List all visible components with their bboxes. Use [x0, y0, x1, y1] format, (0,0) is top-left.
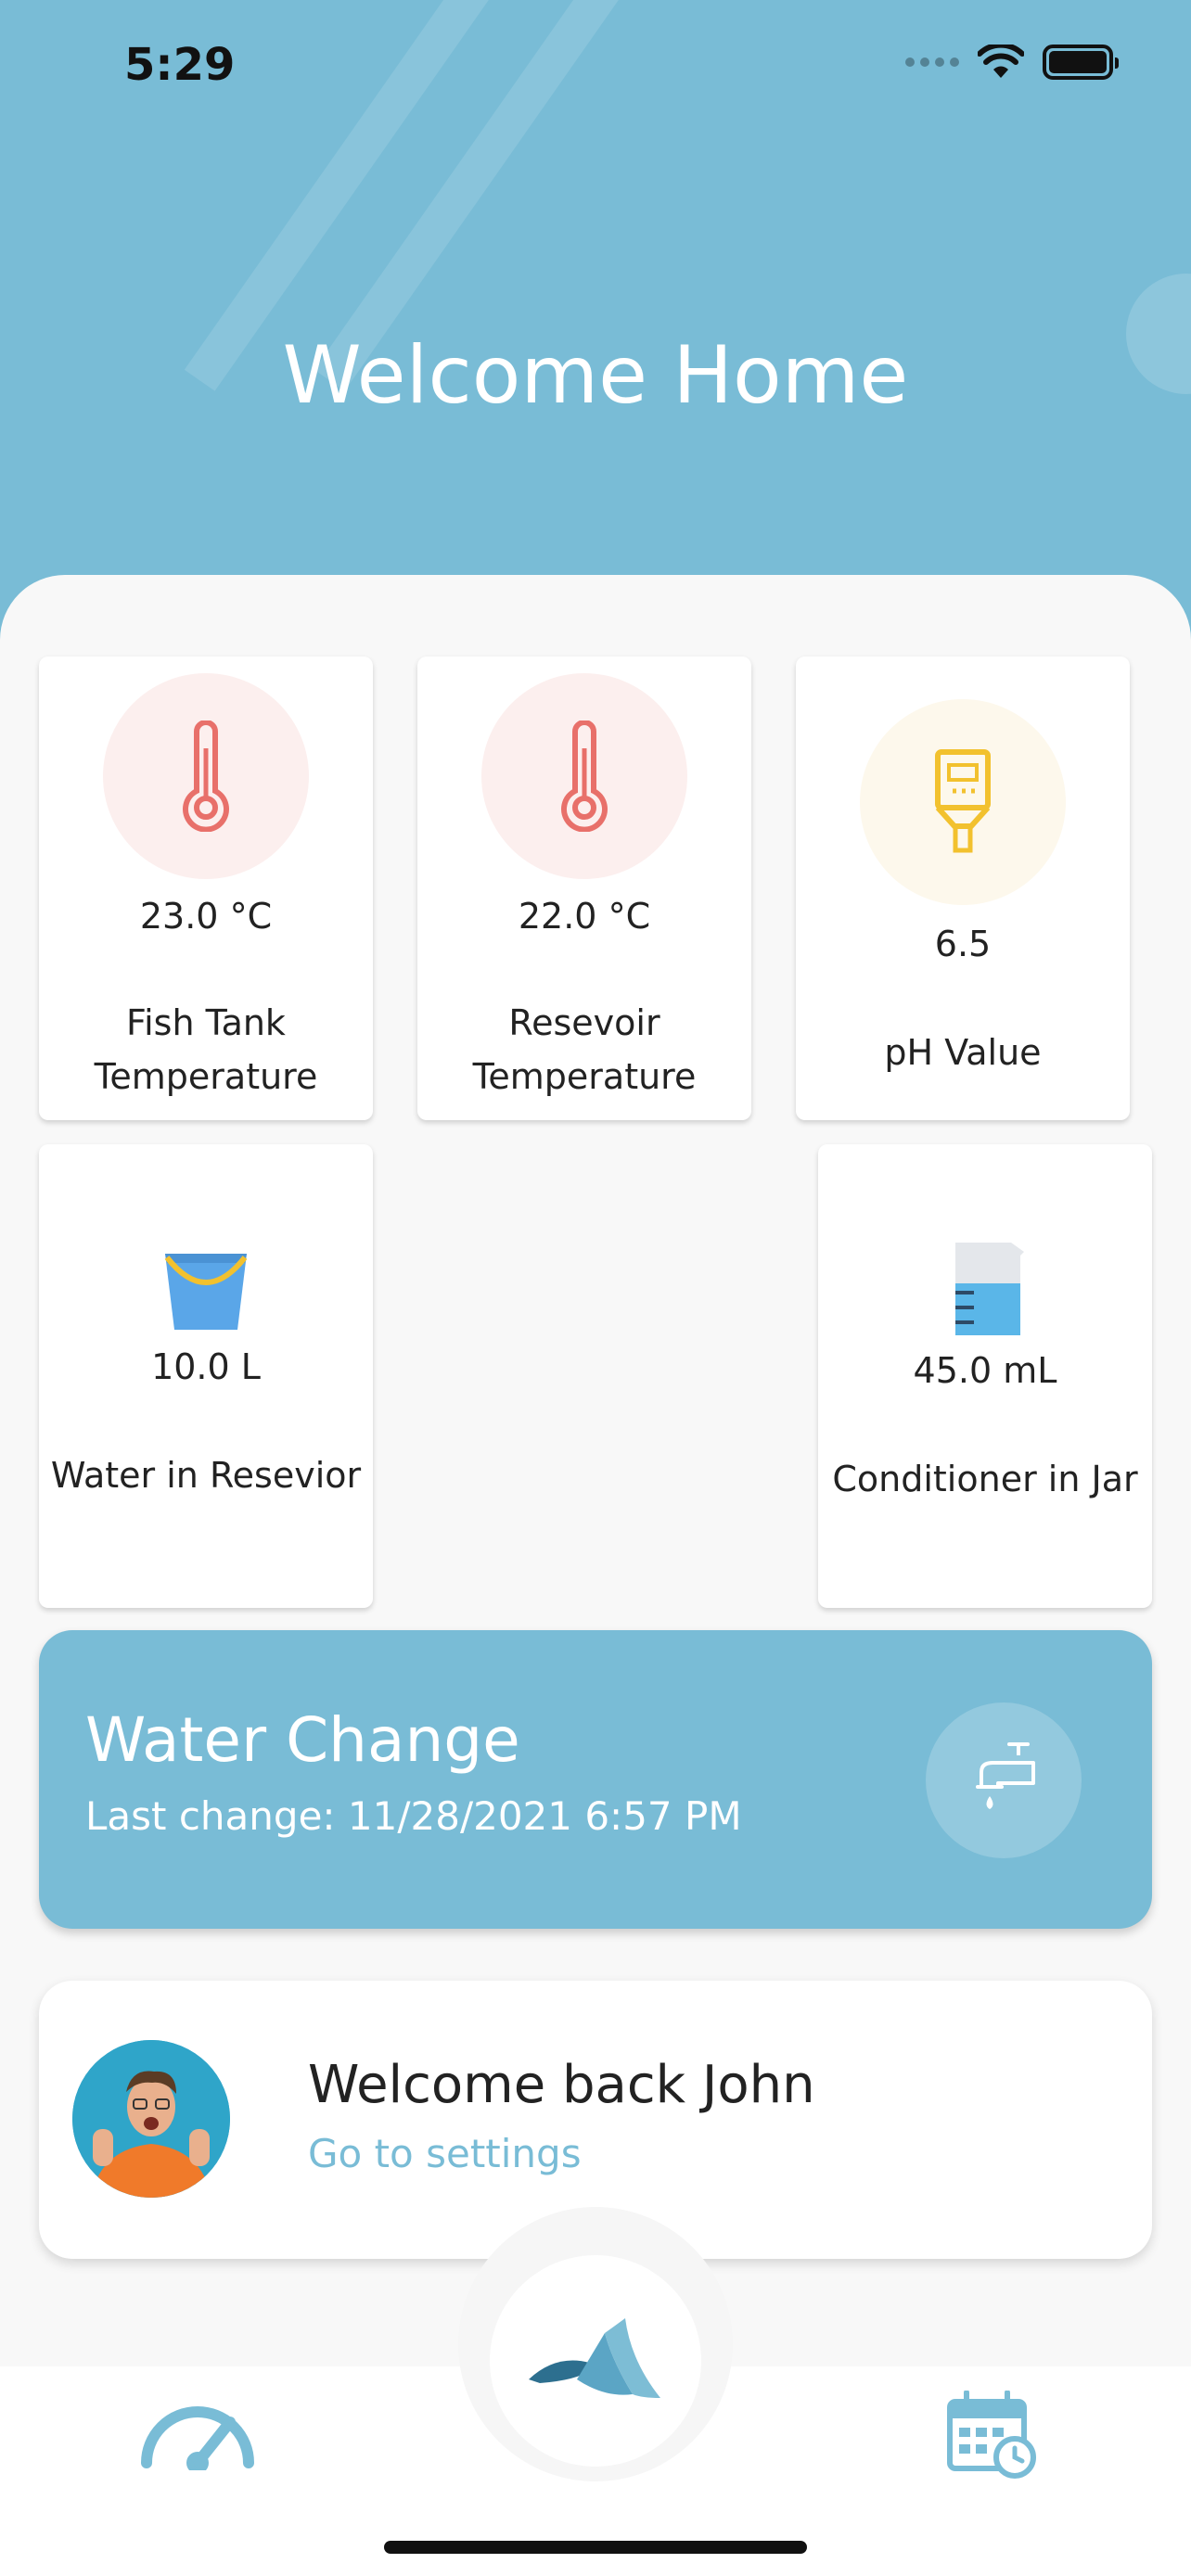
- page-title: Welcome Home: [282, 329, 909, 422]
- icon-circle: [103, 673, 309, 879]
- sensor-label: Resevoir Temperature: [417, 996, 751, 1103]
- avatar[interactable]: [72, 2040, 230, 2198]
- sensor-value: 10.0 L: [151, 1346, 261, 1387]
- sensor-value: 45.0 mL: [913, 1350, 1057, 1391]
- sensor-card-fish-tank-temp[interactable]: 23.0 °C Fish Tank Temperature: [39, 657, 373, 1120]
- sensor-value: 23.0 °C: [139, 896, 273, 937]
- water-change-last: Last change: 11/28/2021 6:57 PM: [85, 1793, 742, 1839]
- wifi-icon: [978, 45, 1024, 78]
- calendar-clock-icon: [947, 2390, 1036, 2479]
- tab-dashboard[interactable]: [137, 2396, 258, 2474]
- icon-circle: [481, 673, 687, 879]
- faucet-icon: [976, 1742, 1035, 1809]
- bucket-icon: [164, 1254, 248, 1330]
- tab-schedule[interactable]: [944, 2390, 1037, 2483]
- home-indicator[interactable]: [384, 2541, 807, 2554]
- water-change-button[interactable]: [926, 1702, 1082, 1858]
- sensor-label-line: Temperature: [94, 1056, 318, 1097]
- sensor-value: 22.0 °C: [518, 896, 651, 937]
- thermometer-icon: [183, 721, 229, 832]
- status-icons: [905, 45, 1119, 80]
- app-logo-icon: [529, 2318, 660, 2398]
- sensor-value: 6.5: [934, 924, 992, 964]
- sensor-card-water-reservoir[interactable]: 10.0 L Water in Resevior: [39, 1144, 373, 1608]
- sensor-card-conditioner[interactable]: 45.0 mL Conditioner in Jar: [818, 1144, 1152, 1608]
- settings-link[interactable]: Go to settings: [308, 2131, 582, 2176]
- status-time: 5:29: [124, 39, 236, 91]
- avatar-image: [72, 2040, 230, 2198]
- sensor-label-line: Fish Tank: [126, 1002, 286, 1043]
- sensor-label-line: Resevoir: [508, 1002, 660, 1043]
- sensor-label: pH Value: [884, 1032, 1042, 1073]
- cellular-signal-icon: [905, 57, 959, 67]
- water-change-title: Water Change: [85, 1704, 520, 1776]
- icon-circle: [860, 699, 1066, 905]
- sensor-card-reservoir-temp[interactable]: 22.0 °C Resevoir Temperature: [417, 657, 751, 1120]
- battery-icon: [1043, 45, 1119, 80]
- thermometer-icon: [561, 721, 608, 832]
- beaker-icon: [955, 1243, 1024, 1335]
- speedometer-icon: [141, 2406, 254, 2474]
- header: 5:29 Welcome Home: [0, 0, 1191, 649]
- sensor-label: Fish Tank Temperature: [39, 996, 373, 1103]
- home-tab-button[interactable]: [490, 2255, 701, 2467]
- sensor-label: Conditioner in Jar: [832, 1459, 1138, 1499]
- sensor-label-line: Temperature: [472, 1056, 697, 1097]
- water-change-card[interactable]: Water Change Last change: 11/28/2021 6:5…: [39, 1630, 1152, 1929]
- sensor-card-ph[interactable]: 6.5 pH Value: [796, 657, 1130, 1120]
- profile-greeting: Welcome back John: [308, 2055, 815, 2115]
- sensor-label: Water in Resevior: [50, 1455, 362, 1496]
- ph-meter-icon: [935, 749, 991, 853]
